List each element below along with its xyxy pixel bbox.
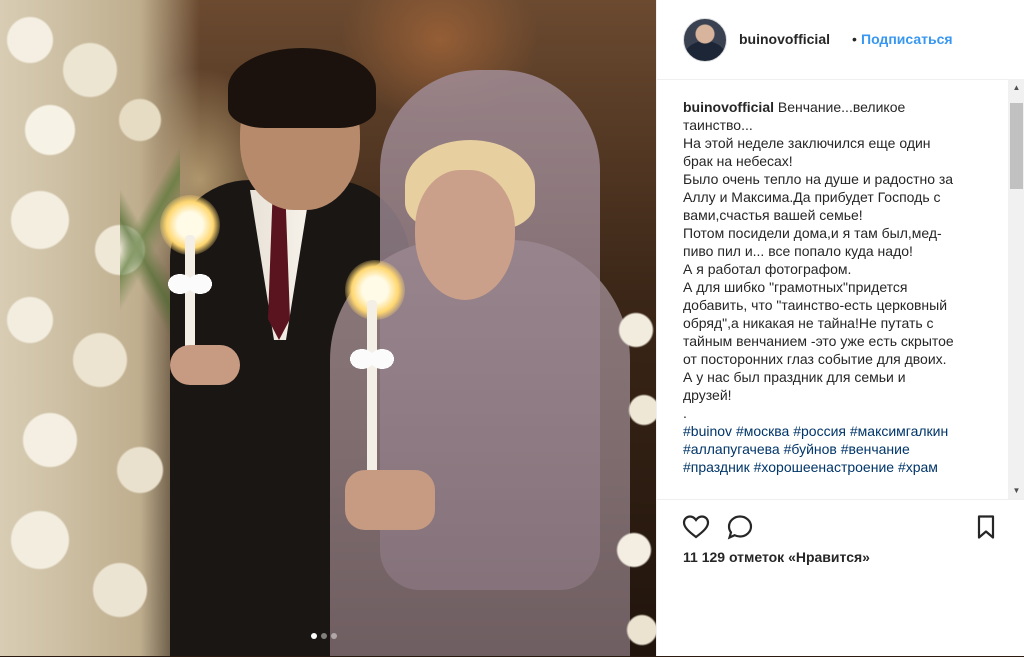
scroll-up-icon[interactable]: ▲ xyxy=(1008,79,1024,96)
avatar[interactable] xyxy=(683,18,727,62)
hashtag-link[interactable]: #россия xyxy=(793,423,846,439)
hashtag-link[interactable]: #аллапугачева xyxy=(683,441,780,457)
caption-text: добавить, что "таинство-есть церковный xyxy=(683,297,948,313)
bride-face xyxy=(415,170,515,300)
groom-hands xyxy=(170,345,240,385)
carousel-indicator xyxy=(311,633,337,639)
hashtag-link[interactable]: #венчание xyxy=(841,441,910,457)
caption-text: таинство... xyxy=(683,117,753,133)
candle-right xyxy=(367,300,377,480)
hashtag-line: #праздник #хорошеенастроение #храм xyxy=(683,458,1005,476)
hashtag-link[interactable]: #максимгалкин xyxy=(850,423,948,439)
hashtag-link[interactable]: #храм xyxy=(898,459,938,475)
caption-text: Было очень тепло на душе и радостно за xyxy=(683,171,954,187)
hashtag-line: #buinov #москва #россия #максимгалкин xyxy=(683,422,1005,440)
caption-text: . xyxy=(683,405,687,421)
follow-button[interactable]: Подписаться xyxy=(861,31,953,47)
caption-line: тайным венчанием -это уже есть скрытое xyxy=(683,332,1005,350)
bookmark-icon[interactable] xyxy=(971,512,1001,542)
caption-line: . xyxy=(683,404,1005,422)
caption-line: вами,счастья вашей семье! xyxy=(683,206,1005,224)
post-panel: buinovofficial • Подписаться buinovoffic… xyxy=(656,0,1024,656)
caption-line: Было очень тепло на душе и радостно за xyxy=(683,170,1005,188)
caption-line: Аллу и Максима.Да прибудет Господь с xyxy=(683,188,1005,206)
hashtag-link[interactable]: #хорошеенастроение xyxy=(754,459,894,475)
bride-hands xyxy=(345,470,435,530)
post-actions: 11 129 отметок «Нравится» xyxy=(657,499,1024,657)
caption: buinovofficial Венчание...великое таинств… xyxy=(683,98,1005,498)
caption-text: от посторонних глаз событие для двоих. xyxy=(683,351,947,367)
caption-text: брак на небесах! xyxy=(683,153,793,169)
caption-line: А у нас был праздник для семьи и xyxy=(683,368,1005,386)
comment-icon[interactable] xyxy=(725,512,755,542)
caption-line: от посторонних глаз событие для двоих. xyxy=(683,350,1005,368)
carousel-dot xyxy=(331,633,337,639)
caption-line: таинство... xyxy=(683,116,1005,134)
hashtag-link[interactable]: #буйнов xyxy=(784,441,837,457)
caption-line: обряд",а никакая не тайна!Не путать с xyxy=(683,314,1005,332)
caption-line: buinovofficial Венчание...великое xyxy=(683,98,1005,116)
caption-username-link[interactable]: buinovofficial xyxy=(683,99,774,115)
caption-text: А я работал фотографом. xyxy=(683,261,852,277)
likes-count[interactable]: 11 129 отметок «Нравится» xyxy=(683,549,870,565)
candle-bow-right xyxy=(350,345,394,385)
caption-text: пиво пил и... все попало куда надо! xyxy=(683,243,913,259)
carousel-dot xyxy=(321,633,327,639)
caption-line: А для шибко "грамотных"придется xyxy=(683,278,1005,296)
candle-bow-left xyxy=(168,270,212,310)
post-header: buinovofficial • Подписаться xyxy=(657,0,1024,80)
caption-line: добавить, что "таинство-есть церковный xyxy=(683,296,1005,314)
separator-dot: • xyxy=(852,31,857,47)
hashtag-link[interactable]: #москва xyxy=(736,423,789,439)
groom-hair xyxy=(228,48,376,128)
caption-text: Потом посидели дома,и я там был,мед- xyxy=(683,225,942,241)
carousel-dot xyxy=(311,633,317,639)
caption-text: вами,счастья вашей семье! xyxy=(683,207,863,223)
flower-deco-right xyxy=(616,300,656,656)
hashtag-link[interactable]: #buinov xyxy=(683,423,732,439)
hashtag-link[interactable]: #праздник xyxy=(683,459,750,475)
scroll-thumb[interactable] xyxy=(1010,103,1023,189)
hashtag-line: #аллапугачева #буйнов #венчание xyxy=(683,440,1005,458)
caption-line: друзей! xyxy=(683,386,1005,404)
caption-line: пиво пил и... все попало куда надо! xyxy=(683,242,1005,260)
caption-text: А для шибко "грамотных"придется xyxy=(683,279,908,295)
caption-text: Аллу и Максима.Да прибудет Господь с xyxy=(683,189,941,205)
caption-text: друзей! xyxy=(683,387,732,403)
caption-line: Потом посидели дома,и я там был,мед- xyxy=(683,224,1005,242)
caption-line: А я работал фотографом. xyxy=(683,260,1005,278)
scroll-down-icon[interactable]: ▼ xyxy=(1008,482,1024,499)
username-link[interactable]: buinovofficial xyxy=(739,31,830,47)
caption-text: На этой неделе заключился еще один xyxy=(683,135,931,151)
caption-text: тайным венчанием -это уже есть скрытое xyxy=(683,333,954,349)
caption-text: Венчание...великое xyxy=(774,99,906,115)
post-photo[interactable] xyxy=(0,0,656,656)
caption-line: На этой неделе заключился еще один xyxy=(683,134,1005,152)
caption-text: А у нас был праздник для семьи и xyxy=(683,369,906,385)
caption-line: брак на небесах! xyxy=(683,152,1005,170)
caption-scrollbar[interactable]: ▲ ▼ xyxy=(1008,79,1024,499)
heart-icon[interactable] xyxy=(681,512,711,542)
caption-text: обряд",а никакая не тайна!Не путать с xyxy=(683,315,934,331)
